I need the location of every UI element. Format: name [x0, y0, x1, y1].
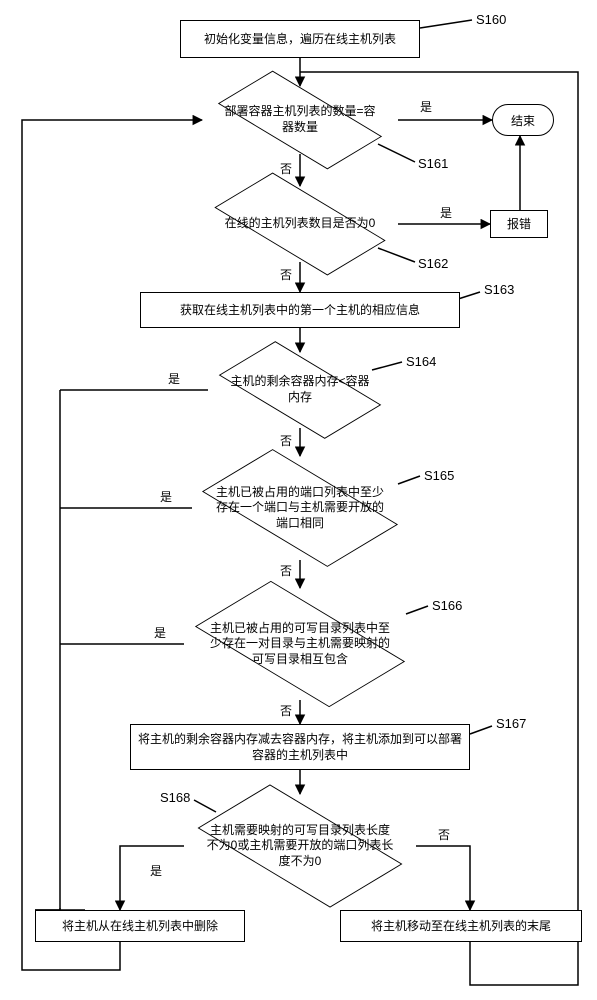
decision-s166: 主机已被占用的可写目录列表中至少存在一对目录与主机需要映射的可写目录相互包含: [184, 588, 416, 700]
s164-no: 否: [280, 432, 292, 449]
s168-yes: 是: [150, 862, 162, 879]
error-text: 报错: [507, 216, 531, 232]
s165-yes: 是: [160, 488, 172, 505]
s168-no: 否: [438, 826, 450, 843]
remove-host-text: 将主机从在线主机列表中删除: [62, 918, 218, 934]
step-s166: S166: [432, 598, 462, 613]
decision-s165-text: 主机已被占用的端口列表中至少存在一个端口与主机需要开放的端口相同: [214, 485, 386, 532]
decision-s168-text: 主机需要映射的可写目录列表长度不为0或主机需要开放的端口列表长度不为0: [206, 823, 394, 870]
step-s168: S168: [160, 790, 190, 805]
move-host-text: 将主机移动至在线主机列表的末尾: [371, 918, 551, 934]
s165-no: 否: [280, 562, 292, 579]
decision-s166-text: 主机已被占用的可写目录列表中至少存在一对目录与主机需要映射的可写目录相互包含: [206, 621, 394, 668]
end-text: 结束: [511, 112, 535, 129]
init-box: 初始化变量信息，遍历在线主机列表: [180, 20, 420, 58]
step-s164: S164: [406, 354, 436, 369]
decision-s162-text: 在线的主机列表数目是否为0: [225, 216, 376, 232]
flowchart: 初始化变量信息，遍历在线主机列表 S160 部署容器主机列表的数量=容器数量 是…: [0, 0, 597, 1000]
update-host-text: 将主机的剩余容器内存减去容器内存，将主机添加到可以部署容器的主机列表中: [137, 731, 463, 763]
end-terminator: 结束: [492, 104, 554, 136]
s164-yes: 是: [168, 370, 180, 387]
s161-yes: 是: [420, 98, 432, 115]
get-first-host-box: 获取在线主机列表中的第一个主机的相应信息: [140, 292, 460, 328]
decision-s162: 在线的主机列表数目是否为0: [202, 186, 398, 262]
s166-no: 否: [280, 702, 292, 719]
update-host-box: 将主机的剩余容器内存减去容器内存，将主机添加到可以部署容器的主机列表中: [130, 724, 470, 770]
s162-yes: 是: [440, 204, 452, 221]
error-box: 报错: [490, 210, 548, 238]
step-s163: S163: [484, 282, 514, 297]
decision-s164: 主机的剩余容器内存<容器内存: [208, 352, 392, 428]
decision-s168: 主机需要映射的可写目录列表长度不为0或主机需要开放的端口列表长度不为0: [184, 794, 416, 898]
s166-yes: 是: [154, 624, 166, 641]
move-host-box: 将主机移动至在线主机列表的末尾: [340, 910, 582, 942]
decision-s164-text: 主机的剩余容器内存<容器内存: [230, 374, 370, 405]
step-s161: S161: [418, 156, 448, 171]
s162-no: 否: [280, 266, 292, 283]
s161-no: 否: [280, 160, 292, 177]
step-s165: S165: [424, 468, 454, 483]
decision-s161-text: 部署容器主机列表的数量=容器数量: [224, 104, 376, 135]
step-s160: S160: [476, 12, 506, 27]
remove-host-box: 将主机从在线主机列表中删除: [35, 910, 245, 942]
get-first-host-text: 获取在线主机列表中的第一个主机的相应信息: [180, 302, 420, 318]
step-s162: S162: [418, 256, 448, 271]
decision-s165: 主机已被占用的端口列表中至少存在一个端口与主机需要开放的端口相同: [192, 456, 408, 560]
decision-s161: 部署容器主机列表的数量=容器数量: [202, 86, 398, 154]
step-s167: S167: [496, 716, 526, 731]
init-box-text: 初始化变量信息，遍历在线主机列表: [204, 31, 396, 47]
